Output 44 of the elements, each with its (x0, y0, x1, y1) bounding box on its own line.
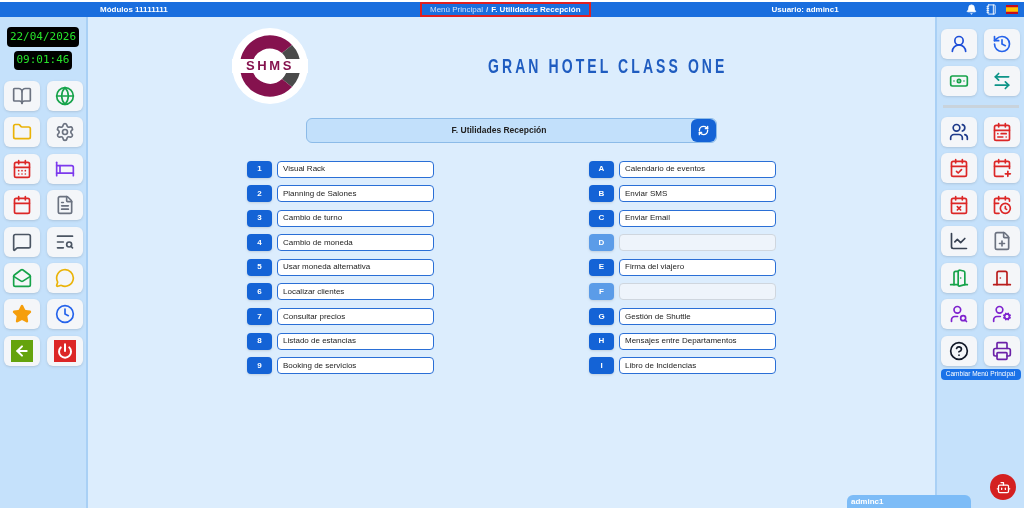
menu-option[interactable]: Listado de estancias (277, 332, 434, 350)
menu-option[interactable]: Mensajes entre Departamentos (619, 332, 776, 350)
shortcut-key: C (589, 209, 614, 227)
shortcut-key: E (589, 258, 614, 276)
shortcut-key: H (589, 332, 614, 350)
shortcut-key: G (589, 308, 614, 326)
menu-title: F. Utilidades Recepción (450, 124, 548, 137)
modules-label: Módulos 11111111 (100, 3, 169, 16)
breadcrumb-link[interactable]: F. Utilidades Recepción (491, 3, 581, 16)
menu-option[interactable]: Localizar clientes (277, 283, 434, 301)
shortcut-key: A (589, 160, 614, 178)
menu-option[interactable]: Booking de servicios (277, 357, 434, 375)
shortcut-key: 5 (247, 258, 272, 276)
menu-option[interactable]: Libro de Incidencias (619, 357, 776, 375)
menu-option[interactable]: Firma del viajero (619, 258, 776, 276)
menu-option[interactable]: Cambio de turno (277, 209, 434, 227)
logo-text: SHMS (232, 59, 308, 73)
shortcut-key: F (589, 283, 614, 301)
menu-option[interactable]: Consultar precios (277, 308, 434, 326)
shortcut-key: 3 (247, 209, 272, 227)
date-display: 22/04/2026 (6, 27, 80, 47)
menu-option[interactable]: Visual Rack (277, 160, 434, 178)
user-label: Usuario: adminc1 (771, 3, 840, 16)
shortcut-key: 9 (247, 357, 272, 375)
hotel-title: GRAN HOTEL CLASS ONE (488, 52, 728, 80)
menu-option[interactable]: Planning de Salones (277, 185, 434, 203)
breadcrumb-separator: / (485, 3, 489, 16)
shortcut-key: 4 (247, 234, 272, 252)
time-display: 09:01:46 (13, 51, 73, 70)
shortcut-key: 2 (247, 185, 272, 203)
shortcut-key: I (589, 357, 614, 375)
shortcut-key: 8 (247, 332, 272, 350)
menu-option[interactable]: Calendario de eventos (619, 160, 776, 178)
shortcut-key: 1 (247, 160, 272, 178)
menu-option[interactable]: Cambio de moneda (277, 234, 434, 252)
shortcut-key: B (589, 185, 614, 203)
menu-option[interactable]: Enviar Email (619, 209, 776, 227)
shortcut-key: 6 (247, 283, 272, 301)
breadcrumb-link[interactable]: Menú Principal (430, 3, 483, 16)
shortcut-key: 7 (247, 308, 272, 326)
menu-option[interactable]: Enviar SMS (619, 185, 776, 203)
shortcut-key: D (589, 234, 614, 252)
menu-option[interactable]: Usar moneda alternativa (277, 258, 434, 276)
menu-option[interactable]: Gestión de Shuttle (619, 308, 776, 326)
